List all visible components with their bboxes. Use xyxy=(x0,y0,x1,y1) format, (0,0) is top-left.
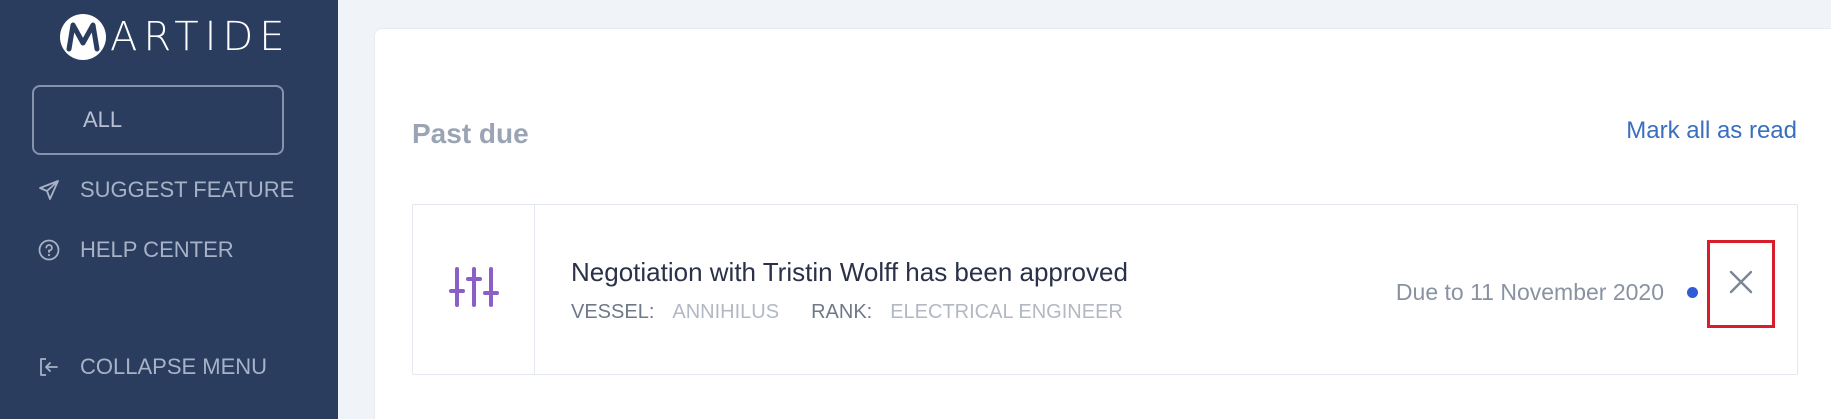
close-icon xyxy=(1728,269,1754,300)
nav-collapse-menu[interactable]: COLLAPSE MENU xyxy=(36,347,267,387)
question-circle-icon xyxy=(36,237,62,263)
rank-value: ELECTRICAL ENGINEER xyxy=(890,301,1123,323)
brand-logo[interactable]: ARTIDE xyxy=(60,12,291,62)
notification-card[interactable]: Negotiation with Tristin Wolff has been … xyxy=(412,204,1798,375)
unread-dot xyxy=(1687,287,1698,298)
section-title: Past due xyxy=(412,118,529,149)
nav-collapse-menu-label: COLLAPSE MENU xyxy=(80,354,268,379)
filter-all-button[interactable]: ALL xyxy=(32,85,284,155)
logo-text: ARTIDE xyxy=(110,14,291,60)
nav-help-center[interactable]: HELP CENTER xyxy=(36,230,234,270)
rank-label: RANK: xyxy=(811,301,873,323)
nav-suggest-feature-label: SUGGEST FEATURE xyxy=(80,177,295,202)
mark-all-read-link[interactable]: Mark all as read xyxy=(1626,117,1797,145)
vessel-value: ANNIHILUS xyxy=(672,301,780,323)
vessel-label: VESSEL: xyxy=(571,301,655,323)
due-date: Due to 11 November 2020 xyxy=(1395,279,1664,305)
sidebar: ARTIDE ALL SUGGEST FEATURE HELP CENTER C… xyxy=(0,0,338,419)
collapse-icon xyxy=(36,354,62,380)
notification-icon-cell xyxy=(413,205,535,374)
nav-suggest-feature[interactable]: SUGGEST FEATURE xyxy=(36,170,294,210)
nav-help-center-label: HELP CENTER xyxy=(80,237,234,262)
logo-mark xyxy=(60,14,106,60)
dismiss-button[interactable] xyxy=(1707,240,1775,328)
notification-title: Negotiation with Tristin Wolff has been … xyxy=(571,257,1128,287)
notification-meta: VESSEL: ANNIHILUS RANK: ELECTRICAL ENGIN… xyxy=(571,301,1155,324)
send-icon xyxy=(36,177,62,203)
sliders-icon xyxy=(448,265,499,314)
